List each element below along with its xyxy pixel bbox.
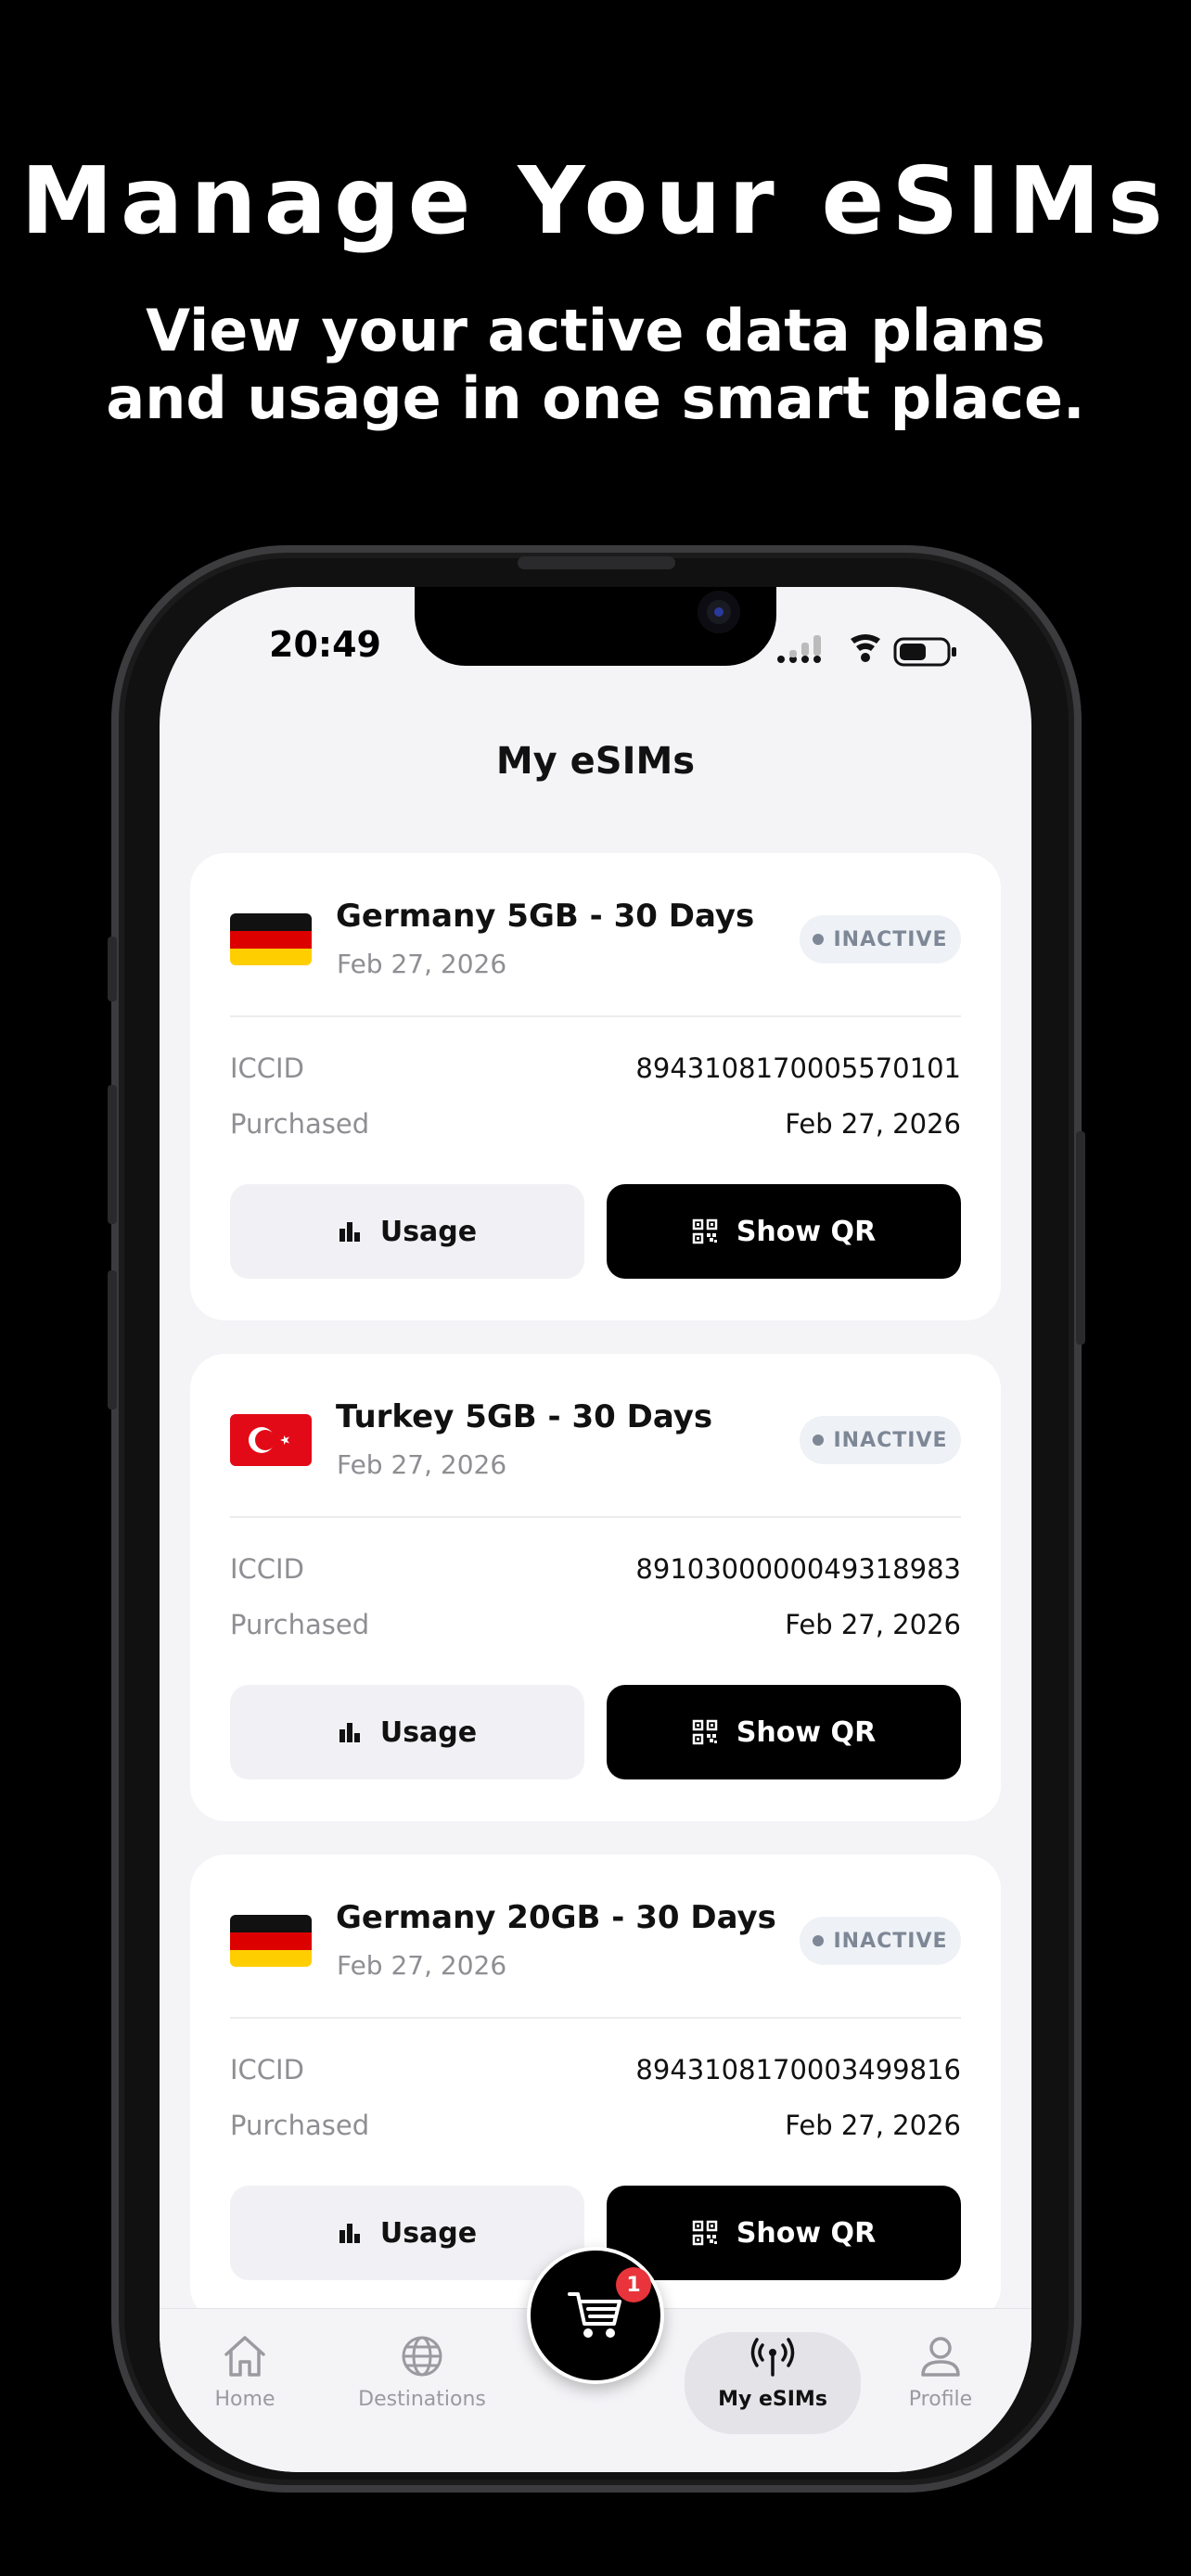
show-qr-button[interactable]: Show QR	[607, 2186, 961, 2280]
status-badge-label: INACTIVE	[833, 1428, 948, 1452]
phone-power-button	[1076, 1131, 1085, 1345]
cart-count-badge: 1	[616, 2267, 651, 2302]
esim-name: Germany 5GB - 30 Days	[336, 898, 755, 935]
cart-icon	[568, 2292, 621, 2338]
status-dot-icon	[813, 1935, 825, 1946]
hero-title: Manage Your eSIMs	[20, 147, 1171, 255]
esim-card[interactable]: Germany 5GB - 30 Days Feb 27, 2026 INACT…	[190, 853, 1001, 1320]
page-title: My eSIMs	[495, 740, 696, 783]
esim-name: Turkey 5GB - 30 Days	[336, 1398, 713, 1435]
battery-icon	[893, 637, 956, 667]
usage-button-label: Usage	[379, 2216, 478, 2250]
bar-chart-icon	[339, 1723, 360, 1742]
qr-code-icon	[692, 1719, 718, 1745]
tab-destinations[interactable]: Destinations	[339, 2332, 506, 2434]
iccid-label: ICCID	[230, 2054, 304, 2085]
phone-screen: 20:49 My eSIMs Germany 5GB - 30 Days Feb…	[160, 587, 1031, 2472]
bar-chart-icon	[339, 1222, 360, 1242]
phone-volume-up	[108, 1085, 117, 1224]
iccid-value: 8943108170005570101	[635, 1052, 961, 1084]
divider	[230, 2017, 961, 2019]
status-badge: INACTIVE	[800, 1917, 961, 1965]
tab-my-esims-label: My eSIMs	[718, 2388, 827, 2411]
purchased-value: Feb 27, 2026	[785, 1108, 961, 1140]
status-dot-icon	[813, 934, 825, 945]
iccid-value: 8910300000049318983	[635, 1553, 961, 1585]
usage-button[interactable]: Usage	[230, 1685, 584, 1779]
purchased-value: Feb 27, 2026	[785, 2110, 961, 2141]
purchased-label: Purchased	[230, 1108, 370, 1140]
esim-name: Germany 20GB - 30 Days	[336, 1899, 776, 1936]
notch	[415, 587, 776, 666]
show-qr-button-label: Show QR	[736, 2216, 877, 2250]
esim-date: Feb 27, 2026	[337, 1449, 507, 1480]
usage-button-label: Usage	[379, 1215, 478, 1248]
cellular-signal-icon	[777, 635, 821, 663]
iccid-label: ICCID	[230, 1553, 304, 1585]
status-badge: INACTIVE	[800, 915, 961, 963]
germany-flag-icon	[230, 913, 312, 965]
globe-icon	[402, 2336, 442, 2377]
tab-destinations-label: Destinations	[358, 2388, 486, 2411]
status-badge: INACTIVE	[800, 1416, 961, 1464]
show-qr-button-label: Show QR	[736, 1715, 877, 1749]
show-qr-button-label: Show QR	[736, 1215, 877, 1248]
germany-flag-icon	[230, 1915, 312, 1967]
show-qr-button[interactable]: Show QR	[607, 1685, 961, 1779]
usage-button[interactable]: Usage	[230, 1184, 584, 1279]
show-qr-button[interactable]: Show QR	[607, 1184, 961, 1279]
cart-button[interactable]: 1	[527, 2247, 664, 2384]
user-icon	[921, 2337, 960, 2377]
purchased-label: Purchased	[230, 2110, 370, 2141]
phone-volume-down	[108, 1270, 117, 1409]
wifi-icon	[851, 634, 880, 662]
divider	[230, 1015, 961, 1017]
qr-code-icon	[692, 1218, 718, 1244]
purchased-value: Feb 27, 2026	[785, 1609, 961, 1640]
tab-profile-label: Profile	[908, 2388, 973, 2411]
divider	[230, 1516, 961, 1518]
iccid-value: 8943108170003499816	[635, 2054, 961, 2085]
status-icons	[777, 634, 956, 667]
esim-date: Feb 27, 2026	[337, 949, 507, 979]
esim-date: Feb 27, 2026	[337, 1950, 507, 1981]
tab-home[interactable]: Home	[161, 2332, 328, 2434]
hero-subtitle: View your active data plans and usage in…	[106, 297, 1085, 432]
phone-speaker	[518, 556, 675, 569]
turkey-flag-icon	[230, 1414, 312, 1466]
esim-card[interactable]: Turkey 5GB - 30 Days Feb 27, 2026 INACTI…	[190, 1354, 1001, 1821]
qr-code-icon	[692, 2220, 718, 2246]
iccid-label: ICCID	[230, 1052, 304, 1084]
tab-profile[interactable]: Profile	[857, 2332, 1024, 2434]
bar-chart-icon	[339, 2224, 360, 2243]
phone-silent-switch	[108, 937, 117, 1001]
tab-home-label: Home	[214, 2388, 275, 2411]
tab-my-esims[interactable]: My eSIMs	[685, 2332, 861, 2434]
camera-icon	[698, 591, 740, 633]
usage-button-label: Usage	[379, 1715, 478, 1749]
antenna-signal-icon	[750, 2338, 795, 2377]
status-badge-label: INACTIVE	[833, 927, 948, 951]
purchased-label: Purchased	[230, 1609, 370, 1640]
home-icon	[224, 2336, 265, 2377]
status-badge-label: INACTIVE	[833, 1929, 948, 1953]
status-dot-icon	[813, 1435, 825, 1446]
status-time: 20:49	[269, 624, 381, 665]
usage-button[interactable]: Usage	[230, 2186, 584, 2280]
